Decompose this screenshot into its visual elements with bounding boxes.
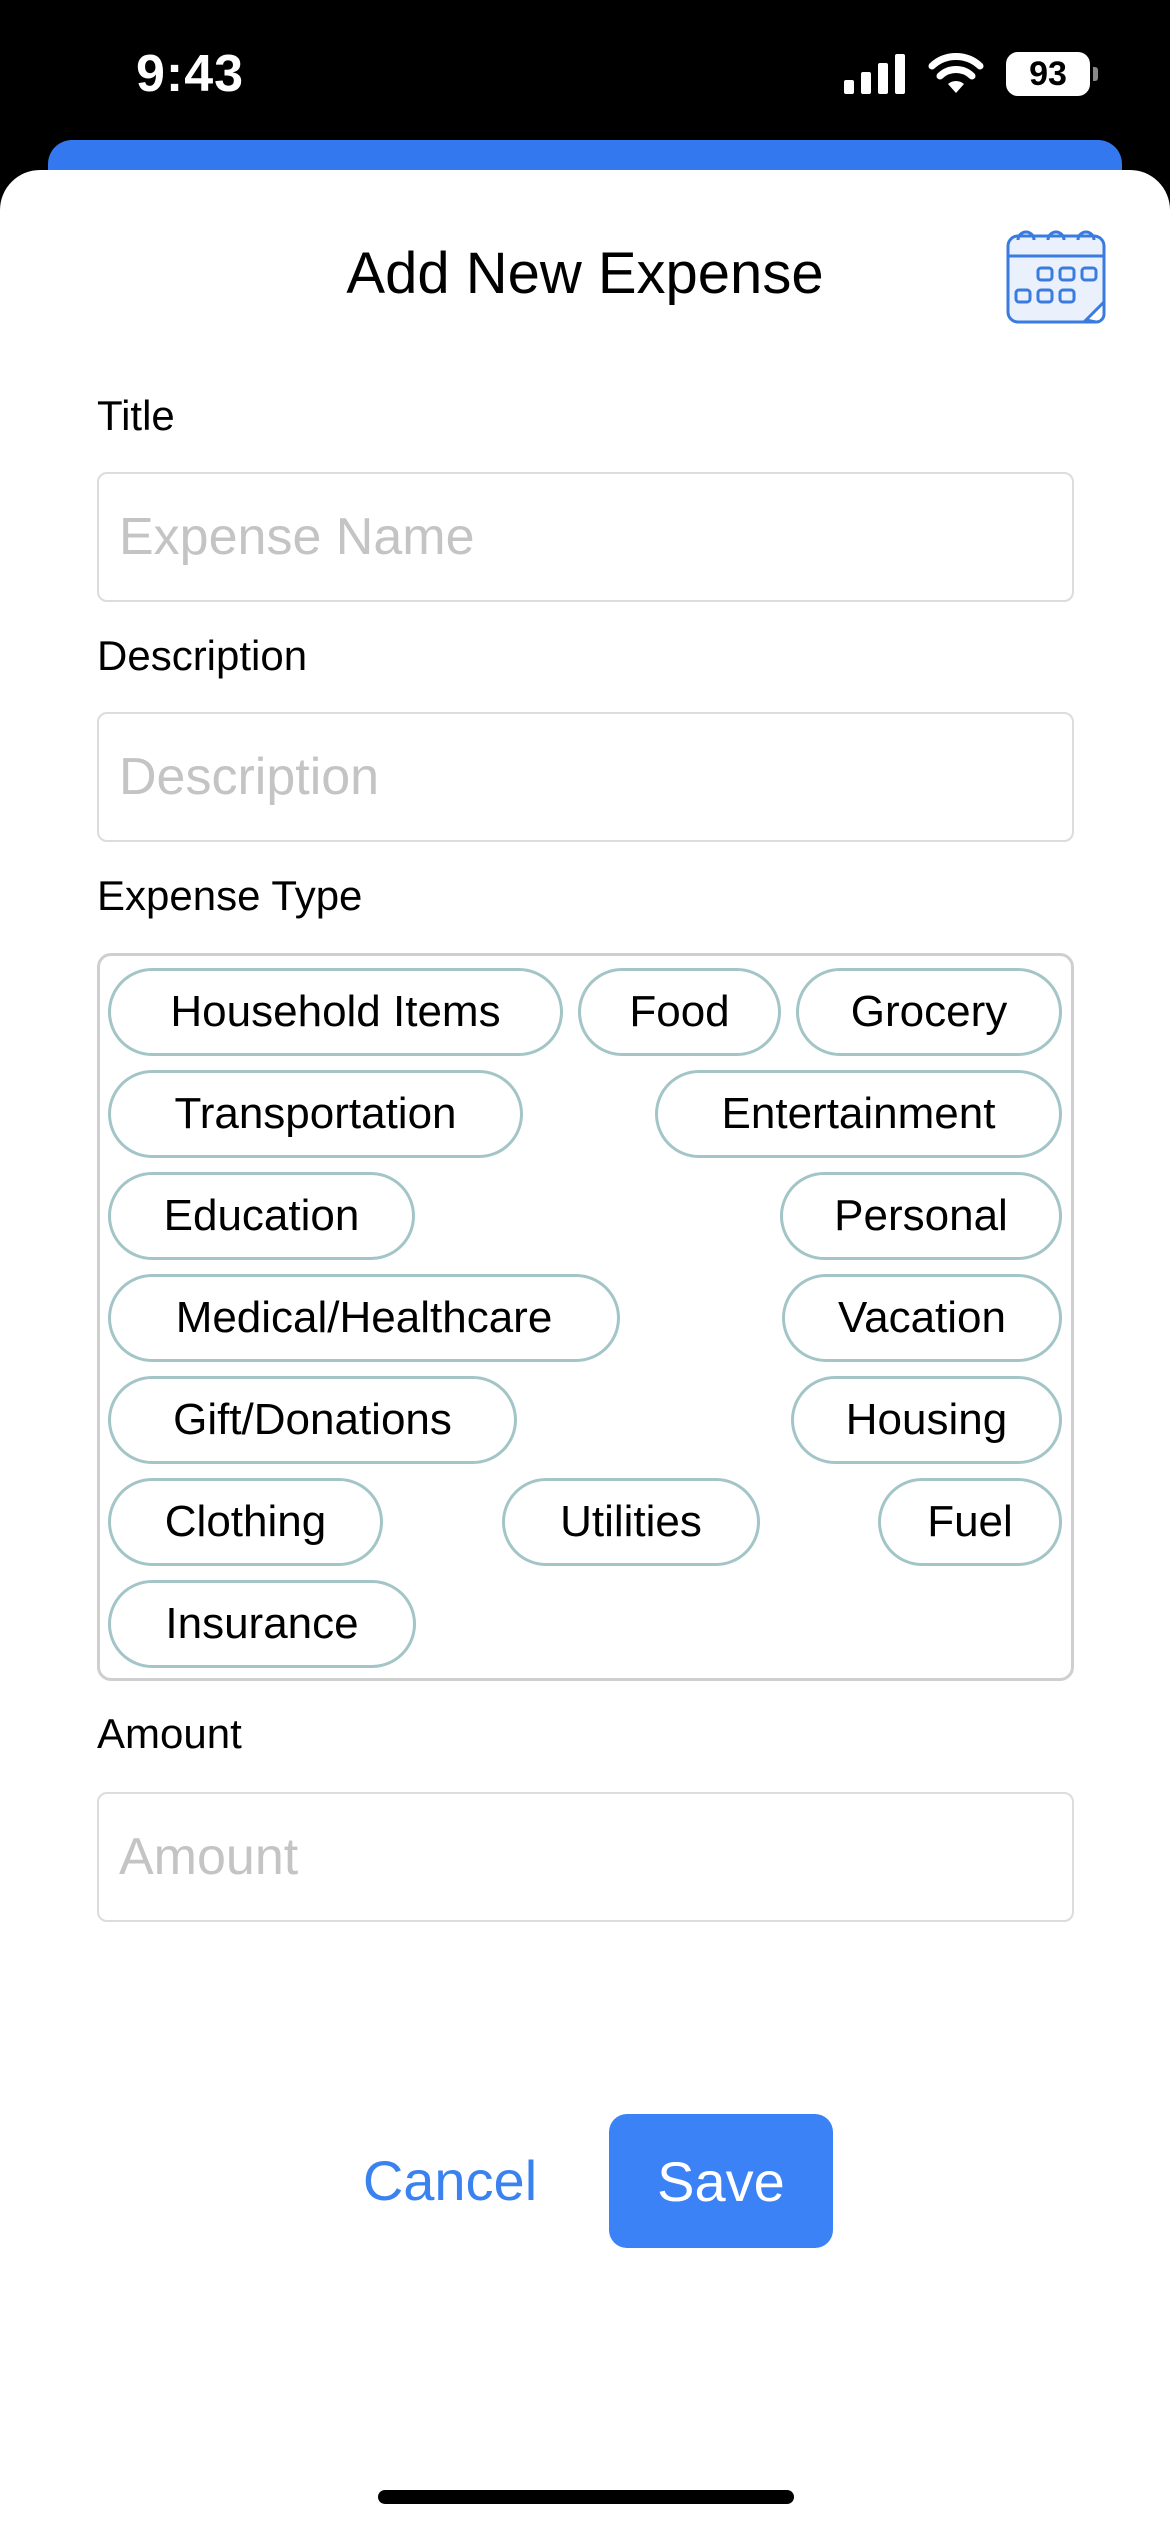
chip-transportation[interactable]: Transportation <box>108 1070 523 1158</box>
expense-type-chip-group: Household Items Food Grocery Transportat… <box>97 953 1074 1681</box>
page-title: Add New Expense <box>346 241 824 306</box>
description-input[interactable] <box>97 712 1074 842</box>
chip-medical-healthcare[interactable]: Medical/Healthcare <box>108 1274 620 1362</box>
cancel-button[interactable]: Cancel <box>340 2115 560 2245</box>
status-icons: 93 <box>844 52 1098 96</box>
wifi-icon <box>928 53 984 93</box>
description-label: Description <box>97 632 308 679</box>
chip-food[interactable]: Food <box>578 968 781 1056</box>
expense-type-label: Expense Type <box>97 872 363 919</box>
calendar-icon <box>1006 230 1106 324</box>
home-indicator <box>378 2490 794 2504</box>
chip-insurance[interactable]: Insurance <box>108 1580 416 1668</box>
expense-name-input[interactable] <box>97 472 1074 602</box>
chip-housing[interactable]: Housing <box>791 1376 1062 1464</box>
signal-icon <box>844 54 905 94</box>
status-time: 9:43 <box>136 45 245 103</box>
amount-label: Amount <box>97 1710 242 1757</box>
chip-household-items[interactable]: Household Items <box>108 968 563 1056</box>
calendar-button[interactable] <box>1004 220 1108 328</box>
chip-utilities[interactable]: Utilities <box>502 1478 760 1566</box>
amount-input[interactable] <box>97 1792 1074 1922</box>
chip-vacation[interactable]: Vacation <box>782 1274 1062 1362</box>
battery-level: 93 <box>1029 54 1067 93</box>
chip-grocery[interactable]: Grocery <box>796 968 1062 1056</box>
title-label: Title <box>97 392 175 439</box>
chip-personal[interactable]: Personal <box>780 1172 1062 1260</box>
chip-education[interactable]: Education <box>108 1172 415 1260</box>
save-button[interactable]: Save <box>609 2114 833 2248</box>
chip-gift-donations[interactable]: Gift/Donations <box>108 1376 517 1464</box>
battery-icon: 93 <box>1006 52 1098 96</box>
chip-clothing[interactable]: Clothing <box>108 1478 383 1566</box>
status-bar: 9:43 93 <box>0 0 1170 160</box>
chip-entertainment[interactable]: Entertainment <box>655 1070 1062 1158</box>
chip-fuel[interactable]: Fuel <box>878 1478 1062 1566</box>
